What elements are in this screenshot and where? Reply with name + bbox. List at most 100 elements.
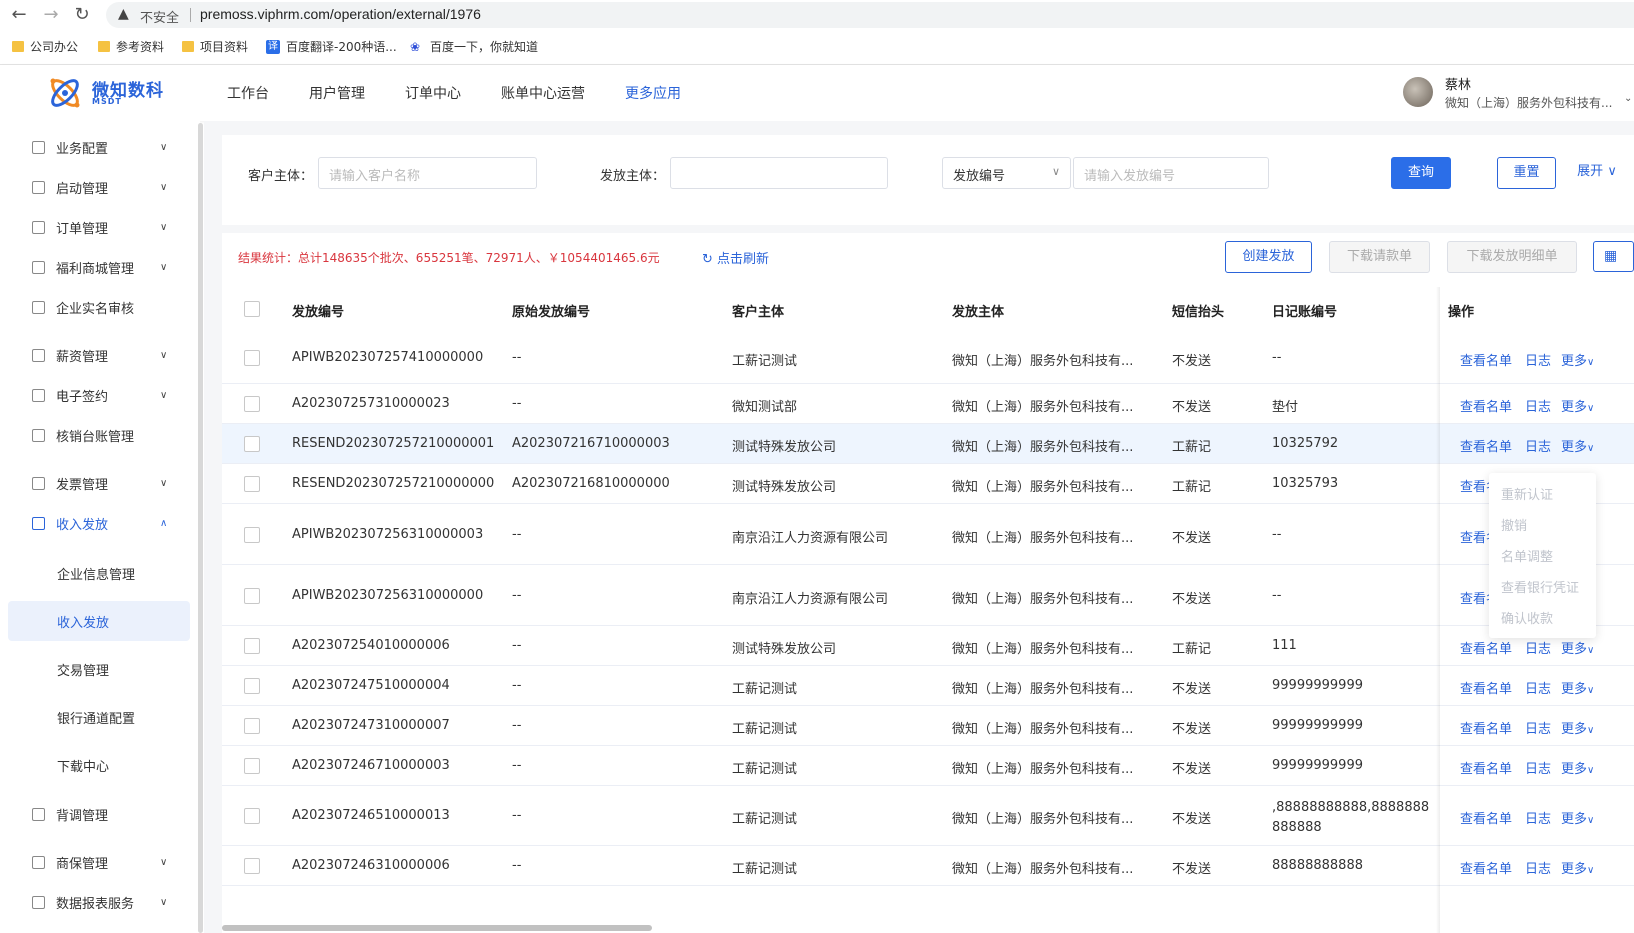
sidebar-item-real-name-audit[interactable]: 企业实名审核 xyxy=(0,289,190,325)
more-link[interactable]: 更多∨ xyxy=(1561,858,1594,877)
avatar[interactable] xyxy=(1403,77,1433,107)
bookmark-item[interactable]: 译百度翻译-200种语... xyxy=(266,38,397,55)
chevron-down-icon[interactable]: ⌄ xyxy=(1624,93,1632,104)
table-row[interactable]: RESEND202307257210000000 A202307216810000… xyxy=(222,464,1634,504)
log-link[interactable]: 日志 xyxy=(1525,436,1551,455)
view-list-link[interactable]: 查看名单 xyxy=(1460,718,1512,737)
row-checkbox[interactable] xyxy=(244,718,260,734)
more-link[interactable]: 更多∨ xyxy=(1561,350,1594,369)
download-request-button[interactable]: 下载请款单 xyxy=(1329,241,1430,273)
table-row[interactable]: A202307257310000023 -- 微知测试部 微知（上海）服务外包科技有.… xyxy=(222,384,1634,424)
row-checkbox[interactable] xyxy=(244,758,260,774)
user-name[interactable]: 蔡林 xyxy=(1445,74,1471,93)
view-list-link[interactable]: 查看名单 xyxy=(1460,638,1512,657)
row-checkbox[interactable] xyxy=(244,638,260,654)
row-checkbox[interactable] xyxy=(244,436,260,452)
log-link[interactable]: 日志 xyxy=(1525,808,1551,827)
nav-workbench[interactable]: 工作台 xyxy=(227,83,269,103)
log-link[interactable]: 日志 xyxy=(1525,350,1551,369)
view-list-link[interactable]: 查看名单 xyxy=(1460,858,1512,877)
row-checkbox[interactable] xyxy=(244,350,260,366)
issuer-input[interactable] xyxy=(670,157,888,189)
view-list-link[interactable]: 查看名单 xyxy=(1460,758,1512,777)
view-list-link[interactable]: 查看名单 xyxy=(1460,476,1490,495)
table-row[interactable]: A202307246510000013 -- 工薪记测试 微知（上海）服务外包科技有.… xyxy=(222,786,1634,846)
log-link[interactable]: 日志 xyxy=(1525,718,1551,737)
nav-more-apps[interactable]: 更多应用 xyxy=(625,83,681,103)
view-list-link[interactable]: 查看名单 xyxy=(1460,350,1512,369)
sidebar-item-e-sign[interactable]: 电子签约 ∨ xyxy=(0,377,190,413)
address-bar[interactable]: ▲ 不安全 premoss.viphrm.com/operation/exter… xyxy=(106,2,1634,28)
view-list-link[interactable]: 查看名单 xyxy=(1460,436,1512,455)
bookmark-item[interactable]: 项目资料 xyxy=(182,38,248,55)
sidebar-sub-transactions[interactable]: 交易管理 xyxy=(8,649,190,689)
log-link[interactable]: 日志 xyxy=(1525,858,1551,877)
user-org[interactable]: 微知（上海）服务外包科技有... xyxy=(1445,94,1612,111)
more-link[interactable]: 更多∨ xyxy=(1561,758,1594,777)
reload-icon[interactable]: ↻ xyxy=(71,4,93,26)
log-link[interactable]: 日志 xyxy=(1525,678,1551,697)
sidebar-item-salary-management[interactable]: 薪资管理 ∨ xyxy=(0,337,190,373)
log-link[interactable]: 日志 xyxy=(1525,758,1551,777)
row-checkbox[interactable] xyxy=(244,476,260,492)
sidebar-sub-income-payout[interactable]: 收入发放 xyxy=(8,601,190,641)
sidebar-item-invoice-management[interactable]: 发票管理 ∨ xyxy=(0,465,190,501)
code-input[interactable]: 请输入发放编号 xyxy=(1073,157,1269,189)
table-row[interactable]: A202307247510000004 -- 工薪记测试 微知（上海）服务外包科技有.… xyxy=(222,666,1634,706)
query-button[interactable]: 查询 xyxy=(1391,157,1451,189)
sidebar-item-data-reports[interactable]: 数据报表服务 ∨ xyxy=(0,884,190,920)
sidebar-item-background-check[interactable]: 背调管理 xyxy=(0,796,190,832)
log-link[interactable]: 日志 xyxy=(1525,396,1551,415)
view-list-link[interactable]: 查看名单 xyxy=(1460,396,1512,415)
refresh-link[interactable]: ↻ 点击刷新 xyxy=(702,248,769,267)
sidebar-item-commercial-insurance[interactable]: 商保管理 ∨ xyxy=(0,844,190,880)
table-row[interactable]: A202307254010000006 -- 测试特殊发放公司 微知（上海）服务外包科… xyxy=(222,626,1634,666)
nav-order-center[interactable]: 订单中心 xyxy=(405,83,461,103)
customer-input[interactable]: 请输入客户名称 xyxy=(318,157,537,189)
nav-user-management[interactable]: 用户管理 xyxy=(309,83,365,103)
more-link[interactable]: 更多∨ xyxy=(1561,678,1594,697)
row-checkbox[interactable] xyxy=(244,527,260,543)
more-link[interactable]: 更多∨ xyxy=(1561,396,1594,415)
sidebar-scrollbar[interactable] xyxy=(198,123,203,933)
expand-button[interactable]: 展开 ∨ xyxy=(1572,157,1622,189)
more-link[interactable]: 更多∨ xyxy=(1561,638,1594,657)
row-checkbox[interactable] xyxy=(244,678,260,694)
table-row[interactable]: APIWB202307257410000000 -- 工薪记测试 微知（上海）服务外包… xyxy=(222,332,1634,384)
sidebar-item-income-payout[interactable]: 收入发放 ∧ xyxy=(0,505,190,541)
create-payout-button[interactable]: 创建发放 xyxy=(1225,241,1312,273)
bookmark-item[interactable]: ❀ 百度一下，你就知道 xyxy=(410,38,538,55)
logo-icon[interactable] xyxy=(45,73,85,113)
more-link[interactable]: 更多∨ xyxy=(1561,436,1594,455)
dropdown-adjust-list[interactable]: 名单调整 xyxy=(1501,546,1553,565)
horizontal-scrollbar[interactable] xyxy=(222,925,652,931)
forward-icon[interactable]: → xyxy=(40,4,62,26)
sidebar-item-order-management[interactable]: 订单管理 ∨ xyxy=(0,209,190,245)
bookmark-item[interactable]: 参考资料 xyxy=(98,38,164,55)
table-row[interactable]: RESEND202307257210000001 A202307216710000… xyxy=(222,424,1634,464)
sidebar-item-launch-management[interactable]: 启动管理 ∨ xyxy=(0,169,190,205)
view-list-link[interactable]: 查看名单 xyxy=(1460,588,1490,607)
back-icon[interactable]: ← xyxy=(8,4,30,26)
select-all-checkbox[interactable] xyxy=(244,301,260,317)
reset-button[interactable]: 重置 xyxy=(1497,157,1556,189)
row-checkbox[interactable] xyxy=(244,588,260,604)
view-list-link[interactable]: 查看名单 xyxy=(1460,678,1512,697)
dropdown-reauth[interactable]: 重新认证 xyxy=(1501,484,1553,503)
dropdown-bank-voucher[interactable]: 查看银行凭证 xyxy=(1501,577,1579,596)
more-link[interactable]: 更多∨ xyxy=(1561,808,1594,827)
more-link[interactable]: 更多∨ xyxy=(1561,718,1594,737)
row-checkbox[interactable] xyxy=(244,808,260,824)
dropdown-confirm-receipt[interactable]: 确认收款 xyxy=(1501,608,1553,627)
sidebar-sub-bank-channel[interactable]: 银行通道配置 xyxy=(8,697,190,737)
table-row[interactable]: APIWB202307256310000003 -- 南京沿江人力资源有限公司 微知（… xyxy=(222,504,1634,565)
dropdown-revoke[interactable]: 撤销 xyxy=(1501,515,1527,534)
log-link[interactable]: 日志 xyxy=(1525,638,1551,657)
table-row[interactable]: A202307247310000007 -- 工薪记测试 微知（上海）服务外包科技有.… xyxy=(222,706,1634,746)
bookmark-item[interactable]: 公司办公 xyxy=(12,38,78,55)
sidebar-item-business-config[interactable]: 业务配置 ∨ xyxy=(0,129,190,165)
sidebar-sub-download-center[interactable]: 下载中心 xyxy=(8,745,190,785)
sidebar-item-writeoff-ledger[interactable]: 核销台账管理 xyxy=(0,417,190,453)
row-checkbox[interactable] xyxy=(244,396,260,412)
view-list-link[interactable]: 查看名单 xyxy=(1460,527,1490,546)
